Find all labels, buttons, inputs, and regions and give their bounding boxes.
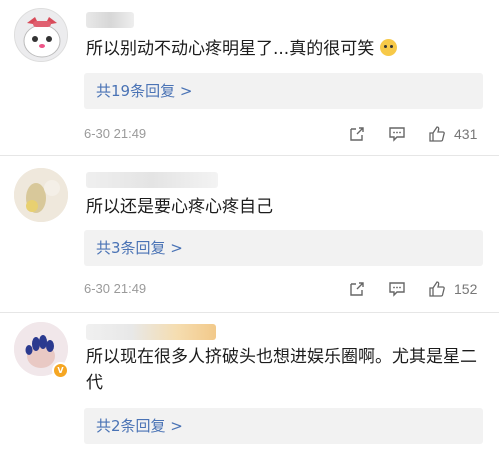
share-icon[interactable] bbox=[348, 280, 366, 298]
username-redacted[interactable] bbox=[86, 12, 134, 28]
timestamp: 6-30 21:49 bbox=[84, 281, 147, 296]
username-redacted[interactable] bbox=[86, 324, 216, 340]
comment-text-content: 所以别动不动心疼明星了...真的很可笑 bbox=[86, 39, 375, 59]
thumbs-up-icon[interactable] bbox=[428, 125, 446, 143]
avatar[interactable] bbox=[14, 8, 68, 62]
avatar[interactable] bbox=[14, 168, 68, 222]
comment-text-content: 所以还是要心疼心疼自己 bbox=[86, 197, 273, 217]
comment-item: 所以别动不动心疼明星了...真的很可笑 共19条回复 > 6-30 21:49 … bbox=[0, 0, 499, 150]
view-replies-link[interactable]: 共3条回复 > bbox=[96, 230, 183, 266]
timestamp: 6-30 21:49 bbox=[84, 126, 147, 141]
view-replies-link[interactable]: 共19条回复 > bbox=[96, 73, 192, 109]
share-icon[interactable] bbox=[348, 125, 366, 143]
divider bbox=[0, 312, 499, 313]
thumbs-up-icon[interactable] bbox=[428, 280, 446, 298]
comment-text-content: 所以现在很多人挤破头也想进娱乐圈啊。尤其是星二代 bbox=[86, 347, 477, 393]
comment-item: V 所以现在很多人挤破头也想进娱乐圈啊。尤其是星二代 共2条回复 > bbox=[0, 318, 499, 450]
comment-item: 所以还是要心疼心疼自己 共3条回复 > 6-30 21:49 152 bbox=[0, 160, 499, 310]
verified-badge-icon: V bbox=[52, 362, 69, 379]
comment-text: 所以还是要心疼心疼自己 bbox=[86, 194, 479, 220]
comment-icon[interactable] bbox=[388, 280, 406, 298]
divider bbox=[0, 155, 499, 156]
comment-text: 所以别动不动心疼明星了...真的很可笑 bbox=[86, 36, 479, 62]
reply-summary[interactable]: 共19条回复 > bbox=[84, 73, 483, 109]
like-count: 152 bbox=[454, 281, 478, 297]
reply-summary[interactable]: 共3条回复 > bbox=[84, 230, 483, 266]
comment-meta: 6-30 21:49 431 bbox=[84, 123, 483, 147]
crying-laugh-emoji-icon bbox=[379, 39, 397, 56]
comment-meta: 6-30 21:49 152 bbox=[84, 278, 483, 302]
comment-text: 所以现在很多人挤破头也想进娱乐圈啊。尤其是星二代 bbox=[86, 344, 479, 396]
comment-icon[interactable] bbox=[388, 125, 406, 143]
username-redacted[interactable] bbox=[86, 172, 218, 188]
view-replies-link[interactable]: 共2条回复 > bbox=[96, 408, 183, 444]
reply-summary[interactable]: 共2条回复 > bbox=[84, 408, 483, 444]
like-count: 431 bbox=[454, 126, 478, 142]
